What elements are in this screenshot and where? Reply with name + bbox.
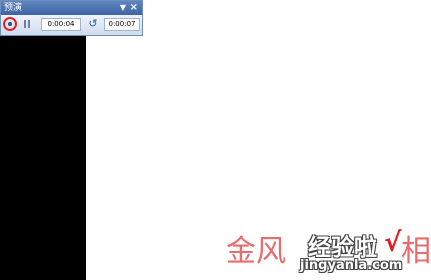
current-time-field[interactable]: 0:00:04 (41, 18, 81, 31)
play-icon (8, 22, 12, 26)
toolbar-title: 预演 (4, 3, 23, 13)
dropdown-arrow-icon[interactable]: ▼ (120, 1, 126, 15)
loop-icon[interactable]: ↺ (87, 18, 99, 30)
site-logo: 经验啦 √ jingyanla.com (300, 228, 425, 276)
play-button[interactable] (3, 17, 17, 31)
check-icon: √ (384, 228, 402, 258)
toolbar-title-bar[interactable]: 预演 ▼ × (1, 1, 142, 15)
total-time-field[interactable]: 0:00:07 (104, 18, 140, 31)
close-icon[interactable]: × (130, 1, 138, 15)
video-preview-area (0, 36, 86, 280)
pause-icon-bar (28, 20, 30, 28)
pause-button[interactable] (24, 20, 30, 28)
preview-toolbar: 预演 ▼ × 0:00:04 ↺ 0:00:07 (0, 0, 143, 36)
logo-main-text: 经验啦 (308, 235, 377, 261)
logo-url: jingyanla.com (300, 258, 403, 273)
playback-controls: 0:00:04 ↺ 0:00:07 (1, 15, 142, 35)
pause-icon (24, 20, 26, 28)
watermark-text-main: 金风 (226, 234, 286, 269)
